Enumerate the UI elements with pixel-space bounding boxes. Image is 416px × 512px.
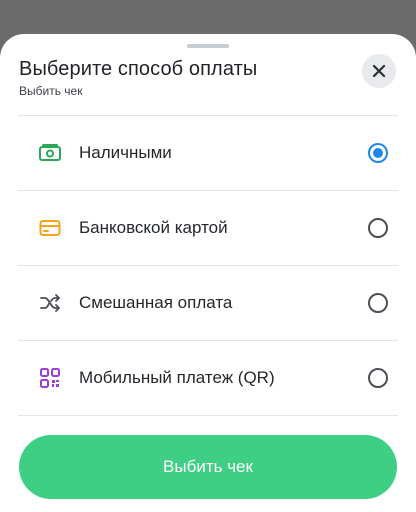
option-qr[interactable]: Мобильный платеж (QR) bbox=[18, 340, 398, 416]
option-label: Банковской картой bbox=[79, 218, 228, 237]
option-card[interactable]: Банковской картой bbox=[18, 190, 398, 265]
sheet-title: Выберите способ оплаты bbox=[19, 58, 258, 80]
option-mixed[interactable]: Смешанная оплата bbox=[18, 265, 398, 340]
payment-bottom-sheet: Выберите способ оплаты Выбить чек Наличн… bbox=[0, 34, 416, 512]
credit-card-icon bbox=[38, 216, 62, 240]
radio-unselected[interactable] bbox=[368, 293, 388, 313]
option-cash[interactable]: Наличными bbox=[18, 115, 398, 190]
option-label: Смешанная оплата bbox=[79, 293, 233, 312]
cash-icon bbox=[38, 141, 62, 165]
payment-options-list: Наличными Банковской картой Смешанная оп… bbox=[18, 115, 398, 416]
print-receipt-button[interactable]: Выбить чек bbox=[19, 435, 397, 499]
radio-unselected[interactable] bbox=[368, 368, 388, 388]
qr-code-icon bbox=[38, 366, 62, 390]
drag-handle[interactable] bbox=[187, 44, 229, 48]
radio-unselected[interactable] bbox=[368, 218, 388, 238]
option-label: Наличными bbox=[79, 143, 172, 162]
shuffle-icon bbox=[38, 291, 62, 315]
sheet-subtitle: Выбить чек bbox=[19, 84, 83, 98]
option-label: Мобильный платеж (QR) bbox=[79, 368, 275, 387]
close-icon bbox=[372, 64, 386, 78]
close-button[interactable] bbox=[362, 54, 396, 88]
radio-selected[interactable] bbox=[368, 143, 388, 163]
